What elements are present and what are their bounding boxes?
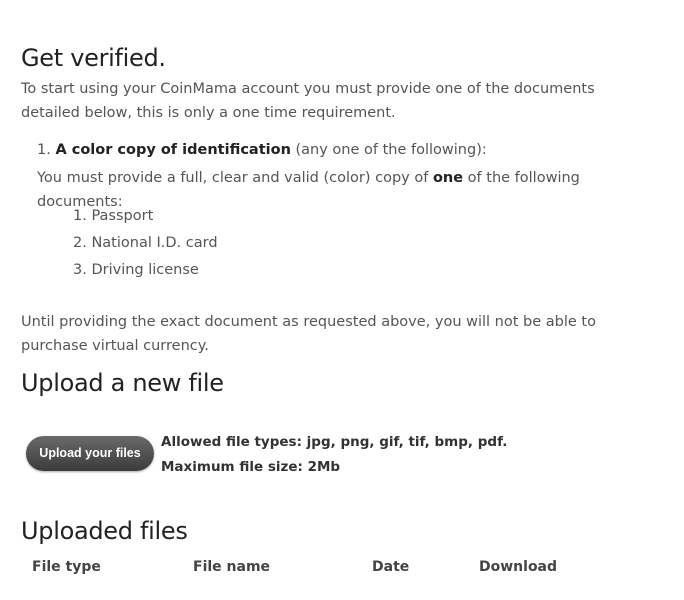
column-header-file-name: File name xyxy=(193,559,271,575)
column-header-date: Date xyxy=(372,559,410,575)
document-list: 1. Passport 2. National I.D. card 3. Dri… xyxy=(73,204,218,285)
allowed-file-types: Allowed file types: jpg, png, gif, tif, … xyxy=(161,434,508,450)
requirement-heading-suffix: (any one of the following): xyxy=(290,142,487,158)
intro-text: To start using your CoinMama account you… xyxy=(21,81,595,121)
requirement-heading-line: 1. A color copy of identification (any o… xyxy=(37,138,667,162)
requirement-line-emphasis: one xyxy=(432,170,464,186)
upload-files-button[interactable]: Upload your files xyxy=(26,436,154,471)
upload-heading: Upload a new file xyxy=(21,369,224,397)
document-item-driving-license: 3. Driving license xyxy=(73,262,199,278)
purchase-notice: Until providing the exact document as re… xyxy=(21,314,596,354)
document-label: Driving license xyxy=(91,262,199,278)
document-label: National I.D. card xyxy=(91,235,218,251)
max-file-size: Maximum file size: 2Mb xyxy=(161,459,341,475)
uploaded-files-table-header: File type File name Date Download xyxy=(21,555,621,579)
file-rules: Allowed file types: jpg, png, gif, tif, … xyxy=(161,430,507,480)
requirement-heading: A color copy of identification xyxy=(55,142,291,158)
column-header-download: Download xyxy=(479,559,558,575)
column-header-file-type: File type xyxy=(32,559,101,575)
requirement-item: 1. A color copy of identification (any o… xyxy=(37,138,667,214)
requirement-line-prefix: You must provide a full, clear and valid… xyxy=(37,170,433,186)
document-label: Passport xyxy=(91,208,154,224)
uploaded-files-heading: Uploaded files xyxy=(21,517,188,545)
get-verified-heading: Get verified. xyxy=(21,44,166,72)
document-item-national-id: 2. National I.D. card xyxy=(73,235,218,251)
document-item-passport: 1. Passport xyxy=(73,208,154,224)
requirement-number: 1. xyxy=(37,142,51,158)
